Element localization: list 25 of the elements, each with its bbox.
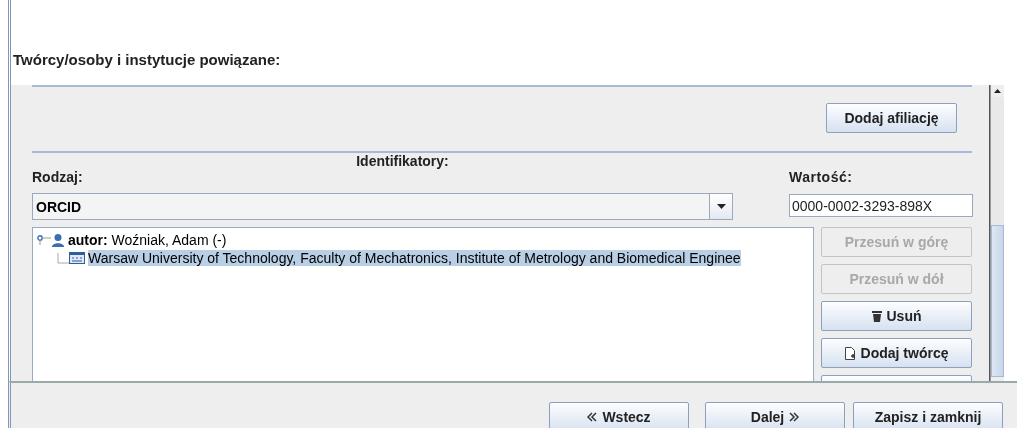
back-button[interactable]: Wstecz [549,402,689,428]
document-add-icon [844,346,856,360]
type-label: Rodzaj: [32,169,83,185]
building-icon [69,252,85,264]
type-dropdown[interactable]: ORCID [32,193,733,220]
scroll-up-icon[interactable] [994,89,1001,93]
add-affiliation-button[interactable]: Dodaj afiliację [826,103,957,133]
identifiers-heading: Identifikatory: [356,153,449,169]
save-and-close-button[interactable]: Zapisz i zamknij [853,402,1003,428]
delete-button[interactable]: Usuń [821,301,972,331]
double-chevron-left-icon [587,412,598,422]
value-field[interactable]: 0000-0002-3293-898X [789,194,973,217]
tree-item[interactable]: Warsaw University of Technology, Faculty of Mechatronics, Institute of Metrology and Biomedical Enginee [88,250,741,266]
vertical-scrollbar[interactable] [990,85,1004,381]
dropdown-arrow-icon [716,204,726,209]
double-chevron-right-icon [789,412,800,422]
add-creator-button[interactable]: Dodaj twórcę [821,338,972,368]
value-label: Wartość: [789,169,853,185]
tree-item[interactable]: autor: Woźniak, Adam (-) [68,232,227,248]
section-title: Twórcy/osoby i instytucje powiązane: [12,51,281,70]
next-button[interactable]: Dalej [705,402,845,428]
trash-icon [871,310,882,322]
expanded-handle-icon[interactable] [37,235,51,245]
tree-connector-line [57,252,69,264]
person-icon [51,233,65,247]
